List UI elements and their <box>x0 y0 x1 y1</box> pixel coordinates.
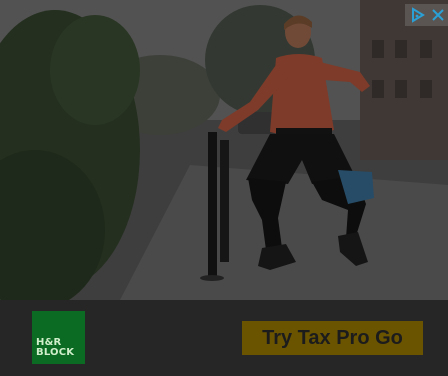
adchoices-icon[interactable] <box>408 5 428 25</box>
ad-unit[interactable]: H&R BLOCK Try Tax Pro Go <box>0 0 448 376</box>
close-icon-svg <box>432 9 444 21</box>
ad-banner: H&R BLOCK Try Tax Pro Go <box>0 300 448 376</box>
try-tax-pro-go-button[interactable]: Try Tax Pro Go <box>242 321 423 355</box>
close-icon[interactable] <box>428 5 448 25</box>
ad-photo-svg <box>0 0 448 300</box>
adchoices-icon-svg <box>412 7 425 23</box>
dim-overlay <box>0 0 448 300</box>
adchoices-bar <box>405 4 448 26</box>
logo-line-2: BLOCK <box>36 347 75 358</box>
hrblock-logo[interactable]: H&R BLOCK <box>32 311 85 364</box>
ad-photo[interactable] <box>0 0 448 300</box>
